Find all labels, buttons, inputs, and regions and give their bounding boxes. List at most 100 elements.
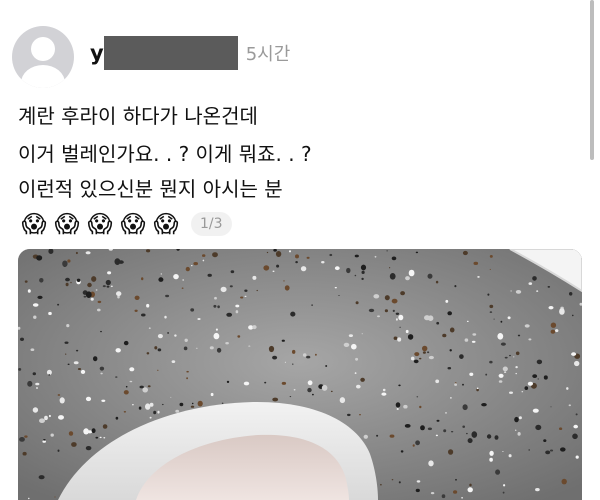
granite-speckle	[532, 408, 539, 413]
granite-speckle	[427, 351, 430, 354]
granite-speckle	[381, 392, 387, 396]
granite-speckle	[148, 327, 151, 329]
granite-speckle	[179, 402, 184, 407]
granite-speckle	[44, 415, 48, 421]
granite-speckle	[207, 273, 212, 277]
granite-speckle	[450, 431, 454, 433]
granite-speckle	[422, 345, 428, 352]
granite-speckle	[462, 425, 466, 428]
granite-speckle	[272, 397, 279, 402]
granite-speckle	[35, 382, 40, 386]
granite-speckle	[213, 332, 220, 340]
granite-speckle	[115, 348, 121, 353]
granite-speckle	[517, 334, 521, 337]
granite-speckle	[281, 381, 287, 385]
granite-speckle	[398, 384, 401, 387]
granite-speckle	[295, 254, 299, 259]
granite-speckle	[190, 308, 195, 312]
granite-speckle	[376, 434, 379, 437]
granite-speckle	[32, 407, 39, 413]
granite-speckle	[306, 256, 310, 259]
granite-speckle	[85, 446, 92, 451]
granite-photo-icon	[18, 249, 582, 500]
granite-speckle	[391, 298, 398, 304]
post-photo[interactable]	[18, 249, 582, 500]
avatar-body-shape	[21, 65, 65, 88]
granite-speckle	[561, 478, 567, 485]
granite-speckle	[498, 373, 504, 378]
granite-speckle	[427, 427, 432, 431]
granite-speckle	[62, 260, 68, 267]
timestamp: 5시간	[245, 44, 291, 65]
granite-speckle	[73, 361, 79, 365]
granite-speckle	[361, 277, 364, 280]
granite-speckle	[547, 286, 551, 288]
granite-speckle	[396, 408, 399, 410]
granite-speckle	[448, 449, 454, 455]
avatar[interactable]	[12, 26, 74, 88]
granite-speckle	[235, 304, 240, 308]
granite-speckle	[185, 266, 190, 272]
post-text-line-1: 계란 후라이 하다가 나온건데	[18, 104, 258, 128]
granite-speckle	[90, 297, 94, 301]
granite-speckle	[442, 333, 447, 338]
granite-speckle	[504, 371, 507, 373]
granite-speckle	[311, 304, 313, 306]
granite-speckle	[158, 277, 164, 282]
granite-speckle	[430, 492, 435, 495]
granite-speckle	[532, 276, 537, 281]
granite-speckle	[360, 377, 365, 382]
granite-speckle	[145, 403, 151, 410]
granite-speckle	[146, 303, 150, 308]
granite-speckle	[43, 439, 46, 441]
granite-speckle	[95, 289, 98, 291]
granite-speckle	[445, 412, 447, 414]
granite-speckle	[307, 380, 313, 386]
granite-speckle	[518, 416, 522, 420]
granite-speckle	[453, 490, 458, 494]
granite-speckle	[171, 360, 176, 363]
granite-speckle	[419, 357, 422, 360]
granite-speckle	[87, 282, 92, 288]
granite-speckle	[275, 251, 282, 257]
granite-speckle	[489, 311, 493, 313]
granite-speckle	[266, 251, 269, 254]
username[interactable]: y	[90, 36, 104, 70]
granite-speckle	[548, 306, 554, 310]
granite-speckle	[160, 273, 162, 275]
granite-speckle	[57, 303, 60, 306]
granite-speckle	[268, 345, 275, 353]
granite-speckle	[95, 436, 99, 439]
granite-speckle	[36, 387, 38, 389]
granite-speckle	[397, 337, 402, 342]
granite-speckle	[515, 351, 520, 356]
granite-speckle	[354, 372, 357, 374]
granite-speckle	[202, 254, 206, 257]
granite-speckle	[537, 378, 539, 380]
granite-speckle	[186, 377, 189, 380]
granite-speckle	[161, 403, 164, 406]
granite-speckle	[293, 389, 296, 391]
granite-speckle	[325, 365, 328, 367]
granite-speckle	[569, 292, 573, 296]
granite-speckle	[413, 359, 419, 364]
granite-speckle	[543, 375, 548, 380]
granite-speckle	[65, 277, 70, 282]
granite-speckle	[572, 314, 574, 317]
granite-speckle	[574, 360, 580, 367]
granite-speckle	[338, 295, 340, 296]
granite-speckle	[85, 396, 92, 402]
granite-speckle	[389, 273, 396, 280]
scrollbar[interactable]	[590, 0, 594, 160]
granite-speckle	[24, 280, 28, 283]
granite-speckle	[528, 282, 533, 285]
granite-speckle	[67, 259, 71, 263]
granite-speckle	[354, 254, 359, 258]
granite-speckle	[391, 479, 394, 481]
granite-speckle	[441, 494, 446, 499]
granite-speckle	[408, 269, 415, 277]
granite-speckle	[500, 320, 503, 323]
granite-speckle	[507, 316, 511, 320]
granite-speckle	[447, 367, 452, 370]
granite-speckle	[146, 352, 150, 355]
